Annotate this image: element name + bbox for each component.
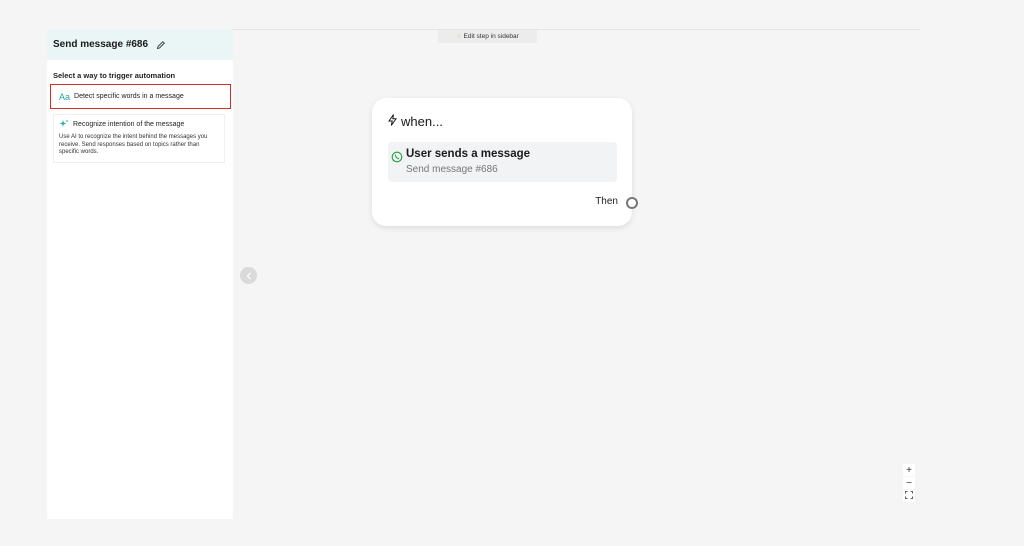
sparkle-icon (59, 119, 69, 129)
option-description: Use AI to recognize the intent behind th… (59, 134, 208, 156)
pointing-hand-icon: ☜ (456, 34, 462, 40)
sidebar-header: Send message #686 (47, 29, 233, 60)
pencil-icon[interactable] (156, 40, 166, 50)
option-label: Detect specific words in a message (74, 93, 184, 100)
zoom-out-label: − (906, 477, 912, 489)
trigger-subtitle: Send message #686 (406, 164, 498, 175)
zoom-controls: + − (903, 464, 915, 503)
trigger-title: User sends a message (406, 148, 531, 160)
zoom-in-button[interactable]: + (903, 464, 915, 476)
then-label: Then (595, 196, 618, 207)
chevron-left-icon (246, 267, 252, 285)
sidebar: Send message #686 Select a way to trigge… (47, 29, 233, 519)
zoom-in-label: + (906, 464, 912, 476)
zoom-out-button[interactable]: − (903, 477, 915, 489)
hint-text: Edit step in sidebar (463, 33, 519, 40)
canvas-top-border (233, 29, 920, 30)
trigger-item[interactable]: User sends a message Send message #686 (388, 142, 617, 182)
whatsapp-icon (391, 150, 403, 168)
section-label: Select a way to trigger automation (53, 71, 176, 80)
option-recognize-intention[interactable]: Recognize intention of the message Use A… (53, 114, 225, 163)
edit-hint-bar: ☜ Edit step in sidebar (438, 30, 537, 43)
option-label: Recognize intention of the message (73, 120, 185, 128)
option-detect-words[interactable]: Aa Detect specific words in a message (50, 84, 231, 109)
collapse-sidebar-button[interactable] (240, 267, 257, 284)
when-header: when... (388, 114, 443, 129)
trigger-card[interactable]: when... User sends a message Send messag… (372, 98, 632, 226)
when-label: when... (401, 114, 443, 129)
then-connector-handle[interactable] (626, 197, 638, 209)
fit-view-button[interactable] (903, 490, 915, 502)
step-title: Send message #686 (53, 39, 149, 50)
lightning-icon (388, 114, 397, 129)
fit-view-icon (905, 490, 913, 502)
text-aa-icon: Aa (59, 91, 71, 102)
